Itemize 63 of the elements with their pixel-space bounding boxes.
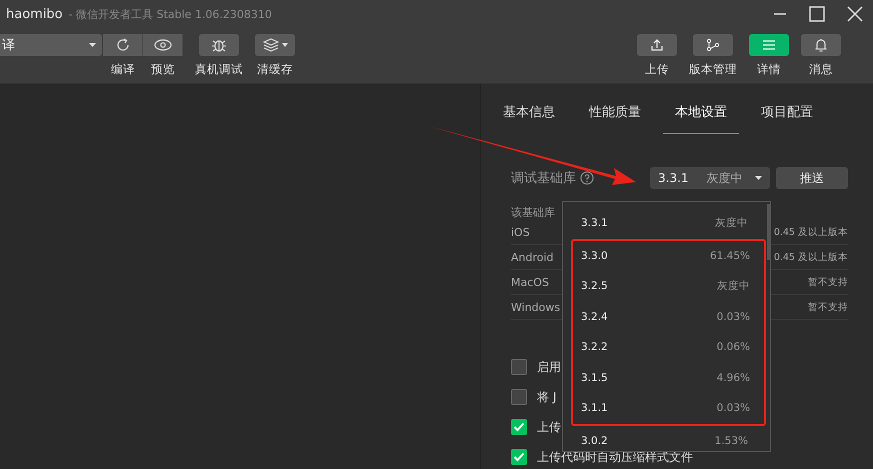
option-label: 启用 (537, 358, 561, 376)
toolbar-label: 清缓存 (257, 62, 293, 77)
clear-cache-button[interactable] (255, 34, 295, 56)
checkbox[interactable] (511, 359, 527, 375)
option-label: 上传 (537, 418, 561, 436)
platform-name: MacOS (511, 276, 549, 288)
help-icon[interactable] (580, 171, 594, 185)
window-title: haomibo (6, 6, 63, 22)
toolbar-label: 上传 (645, 62, 669, 77)
bell-icon (814, 38, 828, 52)
compile-button[interactable] (103, 34, 143, 56)
platform-name: iOS (511, 226, 530, 238)
field-label: 调试基础库 (511, 170, 576, 187)
app-title: - 微信开发者工具 Stable 1.06.2308310 (68, 6, 272, 22)
push-button[interactable]: 推送 (776, 167, 848, 189)
toolbar-label: 真机调试 (195, 62, 243, 77)
version-option[interactable]: 3.3.1 灰度中 (571, 208, 762, 238)
menu-icon (763, 40, 775, 50)
support-heading: 该基础库 (511, 205, 556, 220)
version-control-button[interactable] (693, 34, 733, 56)
messages-button[interactable] (801, 34, 841, 56)
platform-name: Windows (511, 300, 560, 314)
toolbar-label: 详情 (757, 62, 781, 77)
close-icon[interactable] (847, 6, 863, 22)
platform-name: Android (511, 250, 554, 264)
settings-tab[interactable]: 基本信息 (503, 97, 555, 134)
maximize-icon[interactable] (809, 6, 825, 22)
checkbox[interactable] (511, 419, 527, 435)
support-value: 0.45 及以上版本 (774, 250, 848, 264)
caret-icon (282, 43, 288, 47)
version-option[interactable]: 3.0.2 1.53% (571, 426, 762, 451)
branch-icon (706, 38, 720, 52)
preview-button[interactable] (143, 34, 183, 56)
support-value: 0.45 及以上版本 (774, 226, 848, 238)
settings-tab[interactable]: 性能质量 (589, 97, 641, 134)
toolbar-label: 版本管理 (689, 62, 737, 77)
upload-icon (650, 38, 664, 52)
layers-icon (262, 38, 278, 52)
version-option[interactable]: 3.2.5 灰度中 (573, 271, 764, 302)
toolbar-label: 消息 (809, 62, 833, 77)
support-value: 暂不支持 (808, 276, 848, 288)
version-option[interactable]: 3.3.0 61.45% (573, 240, 764, 271)
checkbox[interactable] (511, 389, 527, 405)
library-version-select[interactable]: 3.3.1 灰度中 (650, 167, 770, 189)
toolbar-label: 编译 (111, 62, 135, 77)
toolbar-label: 预览 (151, 62, 175, 77)
caret-icon (755, 176, 762, 180)
caret-icon (89, 43, 96, 47)
compile-mode-dropdown[interactable]: 译 (0, 34, 102, 56)
details-button[interactable] (749, 34, 789, 56)
version-option[interactable]: 3.1.5 4.96% (573, 362, 764, 393)
refresh-icon (114, 37, 130, 53)
debug-button[interactable] (199, 34, 239, 56)
eye-icon (154, 39, 172, 51)
option-label: 将 J (537, 388, 556, 406)
upload-button[interactable] (637, 34, 677, 56)
version-option[interactable]: 3.2.2 0.06% (573, 332, 764, 362)
settings-tab[interactable]: 本地设置 (663, 97, 739, 134)
version-option[interactable]: 3.2.4 0.03% (573, 302, 764, 332)
version-option[interactable]: 3.1.1 0.03% (573, 393, 764, 424)
settings-tab[interactable]: 项目配置 (761, 97, 813, 134)
checkbox[interactable] (511, 449, 527, 465)
support-value: 暂不支持 (808, 300, 848, 314)
